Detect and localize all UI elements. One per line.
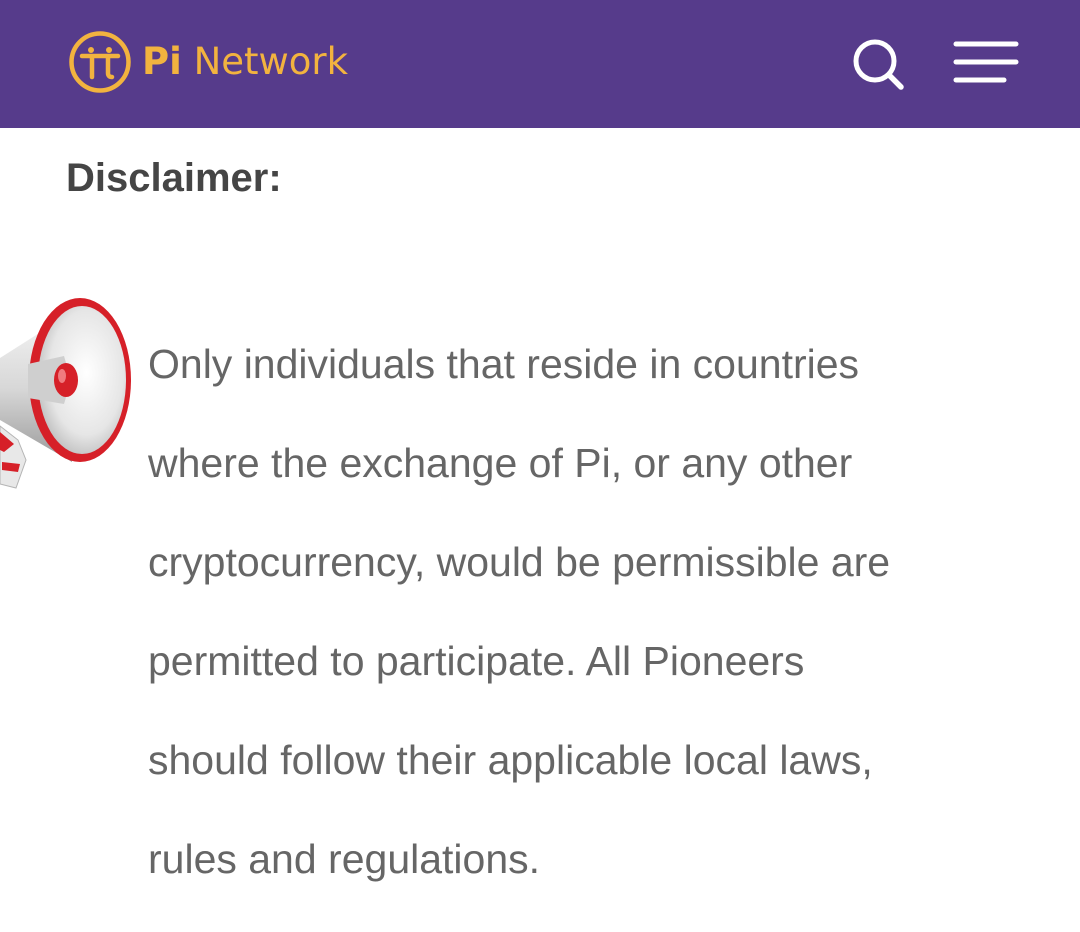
page-heading: Disclaimer: (66, 156, 282, 200)
pi-network-logo[interactable]: Pi Network (68, 30, 348, 94)
hamburger-menu-icon (953, 41, 1019, 83)
search-icon (853, 39, 904, 90)
brand-name-rest: Network (181, 40, 349, 83)
top-navigation-bar: Pi Network (0, 0, 1080, 128)
search-button[interactable] (848, 34, 908, 94)
main-content: Disclaimer: Only individuals that reside… (0, 128, 1080, 932)
pi-symbol-icon (69, 31, 131, 93)
disclaimer-line: where the exchange of Pi, or any other (148, 440, 853, 486)
disclaimer-line: should follow their applicable local law… (148, 737, 873, 783)
disclaimer-line: cryptocurrency, would be permissible are (148, 539, 891, 585)
menu-button[interactable] (952, 38, 1020, 88)
brand-name: Pi Network (142, 30, 348, 94)
disclaimer-line: rules and regulations. (148, 836, 541, 882)
disclaimer-paragraph: Only individuals that reside in countrie… (148, 315, 1018, 909)
disclaimer-line: Only individuals that reside in countrie… (148, 341, 860, 387)
brand-name-bold: Pi (142, 40, 182, 83)
disclaimer-line: permitted to participate. All Pioneers (148, 638, 805, 684)
megaphone-icon (0, 298, 131, 489)
